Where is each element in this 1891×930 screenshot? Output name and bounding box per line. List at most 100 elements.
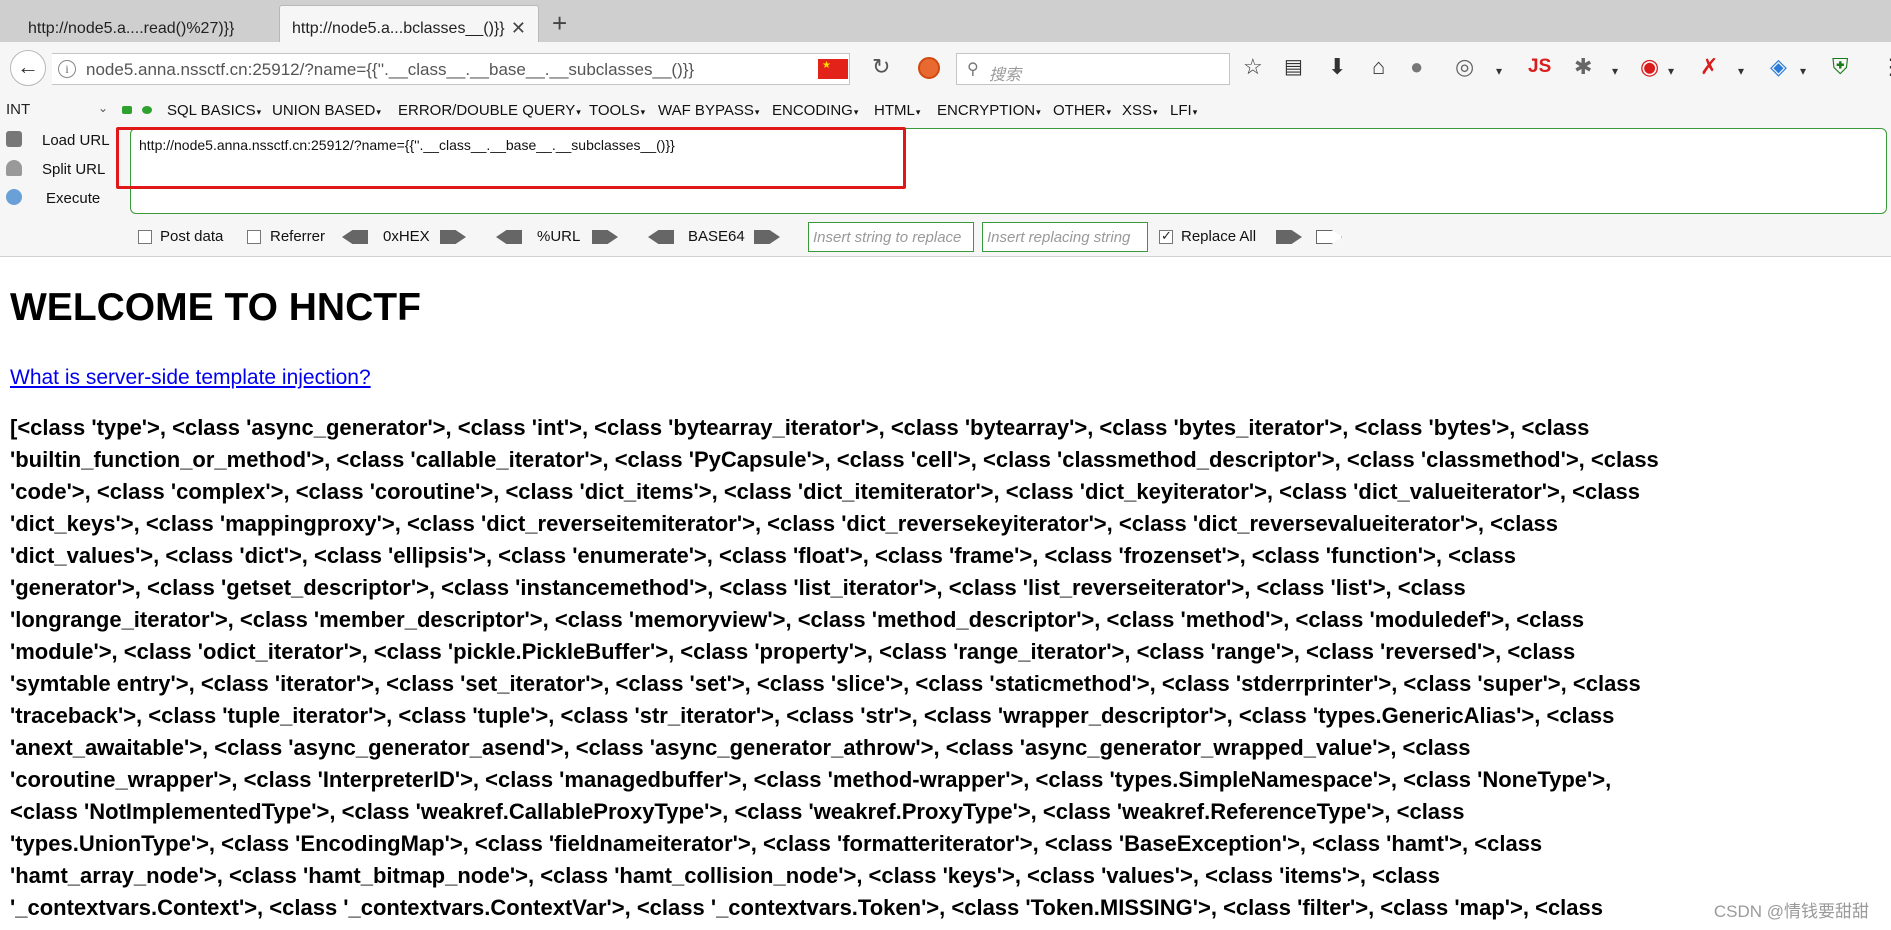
network-icon[interactable]: ◈ (1770, 55, 1787, 79)
int-select-value: INT (6, 101, 31, 118)
dropdown-arrow-icon[interactable]: ▾ (1738, 59, 1744, 83)
reading-list-icon[interactable]: ▤ (1284, 55, 1303, 79)
watermark: CSDN @情钱要甜甜 (1713, 902, 1869, 921)
output-line: 'generator'>, <class 'getset_descriptor'… (10, 575, 1466, 600)
bookmark-star-icon[interactable]: ☆ (1243, 55, 1263, 79)
navigation-bar: ← i node5.anna.nssctf.cn:25912/?name={{'… (0, 42, 1891, 97)
load-url-icon (6, 131, 22, 147)
dropdown-arrow-icon[interactable]: ▾ (1800, 59, 1806, 83)
replace-all-label: Replace All (1181, 228, 1257, 245)
globe-extension-icon[interactable]: ● (1410, 55, 1423, 79)
download-icon[interactable]: ⬇ (1328, 55, 1346, 79)
replace-all-checkbox[interactable] (1159, 228, 1173, 244)
back-button[interactable]: ← (10, 50, 46, 86)
palette-icon[interactable]: ◎ (1455, 55, 1474, 79)
int-select[interactable]: INT ⌄ (6, 101, 110, 121)
new-tab-button[interactable]: + (552, 10, 567, 36)
search-icon: ⚲ (967, 61, 979, 78)
url-encode-arrow-icon[interactable] (592, 230, 618, 244)
output-line: 'types.UnionType'>, <class 'EncodingMap'… (10, 831, 1543, 856)
address-bar[interactable]: i node5.anna.nssctf.cn:25912/?name={{''.… (52, 53, 850, 85)
referrer-label: Referrer (270, 228, 326, 245)
output-line: 'anext_awaitable'>, <class 'async_genera… (10, 735, 1471, 760)
output-line: 'traceback'>, <class 'tuple_iterator'>, … (10, 703, 1615, 728)
menu-html[interactable]: HTML (874, 102, 920, 119)
highlight-box (116, 127, 906, 189)
output-line: 'module'>, <class 'odict_iterator'>, <cl… (10, 639, 1576, 664)
menu-xss[interactable]: XSS (1122, 102, 1158, 119)
output-line: 'builtin_function_or_method'>, <class 'c… (10, 447, 1659, 472)
split-url-icon (6, 160, 22, 176)
output-line: 'code'>, <class 'complex'>, <class 'coro… (10, 479, 1641, 504)
execute-label: Execute (46, 190, 101, 207)
hackbar-options: Post data Referrer 0xHEX %URL BASE64 Ins… (0, 220, 1891, 252)
url-decode-arrow-icon[interactable] (496, 230, 522, 244)
red-shield-icon[interactable]: ◉ (1640, 55, 1659, 79)
bug-icon[interactable]: ✱ (1574, 55, 1592, 79)
dropdown-arrow-icon[interactable]: ▾ (1612, 59, 1618, 83)
replace-string-input[interactable]: Insert string to replace (808, 222, 974, 252)
js-icon[interactable]: JS (1528, 55, 1551, 79)
menu-icon[interactable]: ⋮ (1880, 55, 1891, 79)
menu-encryption[interactable]: ENCRYPTION (937, 102, 1041, 119)
base64-label: BASE64 (688, 228, 745, 245)
post-data-checkbox[interactable] (138, 230, 152, 244)
menu-tools[interactable]: TOOLS (589, 102, 645, 119)
output-line: 'dict_keys'>, <class 'mappingproxy'>, <c… (10, 511, 1559, 536)
shield-icon[interactable]: ⛨ (1832, 55, 1849, 79)
search-input[interactable]: ⚲ 搜索 (956, 53, 1230, 85)
output-line: 'hamt_array_node'>, <class 'hamt_bitmap_… (10, 863, 1441, 888)
dropdown-arrow-icon[interactable]: ▾ (1668, 59, 1674, 83)
replacing-string-input[interactable]: Insert replacing string (982, 222, 1148, 252)
hackbar-menu: INT ⌄ SQL BASICS UNION BASED ERROR/DOUBLE… (0, 98, 1891, 122)
search-placeholder: 搜索 (989, 67, 1022, 84)
output-line: 'longrange_iterator'>, <class 'member_de… (10, 607, 1585, 632)
replace-next-arrow-icon[interactable] (1316, 230, 1342, 244)
noscript-icon[interactable] (918, 57, 940, 79)
load-url-label: Load URL (42, 132, 110, 149)
menu-encoding[interactable]: ENCODING (772, 102, 858, 119)
page-title: WELCOME TO HNCTF (10, 286, 421, 329)
menu-other[interactable]: OTHER (1053, 102, 1111, 119)
dropdown-arrow-icon[interactable]: ▾ (1496, 59, 1502, 83)
split-url-label: Split URL (42, 161, 106, 178)
ssti-info-link[interactable]: What is server-side template injection? (10, 366, 371, 390)
menu-waf-bypass[interactable]: WAF BYPASS (658, 102, 759, 119)
menu-error-double-query[interactable]: ERROR/DOUBLE QUERY (398, 102, 581, 119)
tab-1[interactable]: http://node5.a....read()%27)}} (0, 6, 278, 42)
base64-encode-arrow-icon[interactable] (754, 230, 780, 244)
hex-decode-arrow-icon[interactable] (342, 230, 368, 244)
menu-union-based[interactable]: UNION BASED (272, 102, 381, 119)
output-line: '_contextvars.Context'>, <class '_contex… (10, 895, 1603, 920)
output-line: 'dict_values'>, <class 'dict'>, <class '… (10, 543, 1517, 568)
menu-sql-basics[interactable]: SQL BASICS (167, 102, 261, 119)
back-arrow-icon: ← (17, 54, 39, 79)
tab-2-title: http://node5.a...bclasses__()}} (292, 20, 505, 37)
output-line: 'coroutine_wrapper'>, <class 'Interprete… (10, 767, 1612, 792)
hex-label: 0xHEX (383, 228, 430, 245)
url-text[interactable]: node5.anna.nssctf.cn:25912/?name={{''.__… (86, 60, 694, 80)
hex-encode-arrow-icon[interactable] (440, 230, 466, 244)
reload-icon[interactable]: ↻ (872, 56, 890, 78)
tab-1-title: http://node5.a....read()%27)}} (28, 20, 235, 37)
menu-lfi[interactable]: LFI (1170, 102, 1197, 119)
referrer-checkbox[interactable] (247, 230, 261, 244)
close-tab-icon[interactable]: ✕ (511, 19, 526, 37)
output-line: <class 'NotImplementedType'>, <class 'we… (10, 799, 1465, 824)
output-line: 'symtable entry'>, <class 'iterator'>, <… (10, 671, 1641, 696)
tab-2-active[interactable]: http://node5.a...bclasses__()}} ✕ (279, 5, 539, 43)
minus-icon[interactable] (122, 106, 132, 114)
cross-tool-icon[interactable]: ✗ (1700, 55, 1718, 79)
output-line: [<class 'type'>, <class 'async_generator… (10, 415, 1590, 440)
chevron-down-icon: ⌄ (97, 101, 108, 115)
plus-icon[interactable] (142, 106, 152, 114)
china-flag-icon: ★ (818, 59, 848, 79)
info-icon[interactable]: i (58, 60, 76, 78)
base64-decode-arrow-icon[interactable] (648, 230, 674, 244)
execute-icon (6, 189, 22, 205)
replace-run-arrow-icon[interactable] (1276, 230, 1302, 244)
tab-strip: http://node5.a....read()%27)}} http://no… (0, 0, 1891, 43)
url-encoding-label: %URL (537, 228, 581, 245)
home-icon[interactable]: ⌂ (1372, 55, 1385, 79)
post-data-label: Post data (160, 228, 224, 245)
